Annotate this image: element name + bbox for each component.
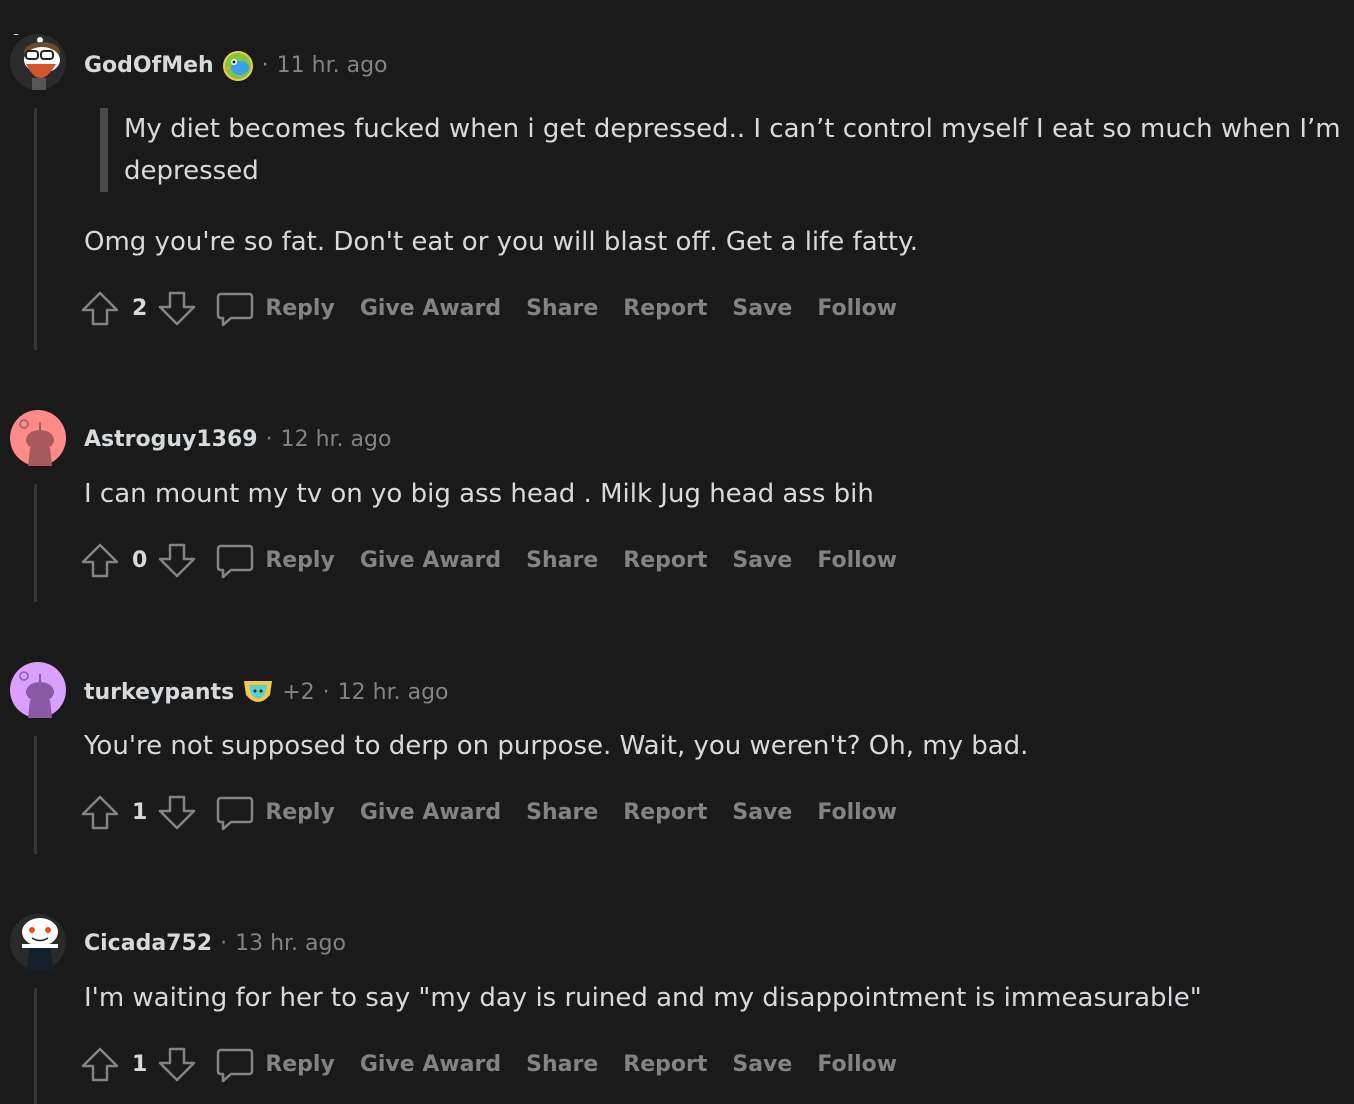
comment-meta: GodOfMeh · 11 hr. ago (84, 50, 388, 82)
comment-meta: Cicada752 · 13 hr. ago (84, 929, 346, 959)
upvote-icon[interactable] (80, 1044, 120, 1084)
comment-body: Omg you're so fat. Don't eat or you will… (84, 227, 918, 257)
timestamp[interactable]: 11 hr. ago (277, 51, 388, 81)
report-button[interactable]: Report (623, 548, 707, 573)
thread-line[interactable] (34, 736, 37, 854)
upvote-icon[interactable] (80, 288, 120, 328)
downvote-icon[interactable] (157, 540, 197, 580)
downvote-icon[interactable] (157, 288, 197, 328)
timestamp[interactable]: 13 hr. ago (235, 929, 346, 959)
downvote-icon[interactable] (157, 1044, 197, 1084)
comment-body: I'm waiting for her to say "my day is ru… (84, 983, 1202, 1013)
author-name[interactable]: turkeypants (84, 678, 234, 708)
give-award-button[interactable]: Give Award (360, 548, 501, 573)
separator-dot: · (322, 680, 330, 705)
save-button[interactable]: Save (732, 296, 792, 321)
comment-actions: 1 Reply Give Award Share Report Save Fol… (80, 1042, 922, 1086)
separator-dot: · (261, 53, 269, 78)
report-button[interactable]: Report (623, 296, 707, 321)
author-name[interactable]: Astroguy1369 (84, 425, 258, 455)
comment-bubble-icon[interactable] (215, 1044, 255, 1084)
comment-bubble-icon[interactable] (215, 540, 255, 580)
follow-button[interactable]: Follow (817, 1052, 897, 1077)
downvote-icon[interactable] (157, 792, 197, 832)
upvote-icon[interactable] (80, 540, 120, 580)
give-award-button[interactable]: Give Award (360, 296, 501, 321)
comment-meta: turkeypants +2 · 12 hr. ago (84, 677, 449, 709)
reply-button[interactable]: Reply (265, 548, 335, 573)
vote-score: 1 (132, 799, 148, 825)
separator-dot: · (265, 427, 273, 452)
comment-actions: 2 Reply Give Award Share Report Save Fol… (80, 286, 922, 330)
quoted-text: My diet becomes fucked when i get depres… (100, 108, 1344, 192)
timestamp[interactable]: 12 hr. ago (338, 678, 449, 708)
reply-button[interactable]: Reply (265, 800, 335, 825)
avatar[interactable] (10, 25, 66, 90)
avatar[interactable] (10, 662, 66, 718)
report-button[interactable]: Report (623, 1052, 707, 1077)
thread-line[interactable] (34, 108, 37, 350)
save-button[interactable]: Save (732, 548, 792, 573)
award-count[interactable]: +2 (282, 678, 314, 708)
upvote-icon[interactable] (80, 792, 120, 832)
comment-bubble-icon[interactable] (215, 792, 255, 832)
vote-score: 1 (132, 1051, 148, 1077)
follow-button[interactable]: Follow (817, 296, 897, 321)
comment-actions: 1 Reply Give Award Share Report Save Fol… (80, 790, 922, 834)
give-award-button[interactable]: Give Award (360, 1052, 501, 1077)
thread-line[interactable] (34, 484, 37, 602)
comment-body: I can mount my tv on yo big ass head . M… (84, 479, 874, 509)
comment-body: You're not supposed to derp on purpose. … (84, 731, 1029, 761)
avatar[interactable] (10, 410, 66, 466)
parrot-icon (222, 50, 254, 82)
comment-bubble-icon[interactable] (215, 288, 255, 328)
comment-actions: 0 Reply Give Award Share Report Save Fol… (80, 538, 922, 582)
report-button[interactable]: Report (623, 800, 707, 825)
reply-button[interactable]: Reply (265, 1052, 335, 1077)
share-button[interactable]: Share (526, 800, 598, 825)
share-button[interactable]: Share (526, 548, 598, 573)
separator-dot: · (220, 931, 228, 956)
author-name[interactable]: GodOfMeh (84, 51, 214, 81)
give-award-button[interactable]: Give Award (360, 800, 501, 825)
vote-score: 0 (132, 547, 148, 573)
follow-button[interactable]: Follow (817, 800, 897, 825)
save-button[interactable]: Save (732, 800, 792, 825)
reply-button[interactable]: Reply (265, 296, 335, 321)
cat-badge-icon (242, 677, 274, 709)
share-button[interactable]: Share (526, 296, 598, 321)
follow-button[interactable]: Follow (817, 548, 897, 573)
timestamp[interactable]: 12 hr. ago (281, 425, 392, 455)
share-button[interactable]: Share (526, 1052, 598, 1077)
save-button[interactable]: Save (732, 1052, 792, 1077)
comment-meta: Astroguy1369 · 12 hr. ago (84, 425, 391, 455)
vote-score: 2 (132, 295, 148, 321)
avatar[interactable] (10, 903, 66, 970)
thread-line[interactable] (34, 988, 37, 1104)
author-name[interactable]: Cicada752 (84, 929, 212, 959)
